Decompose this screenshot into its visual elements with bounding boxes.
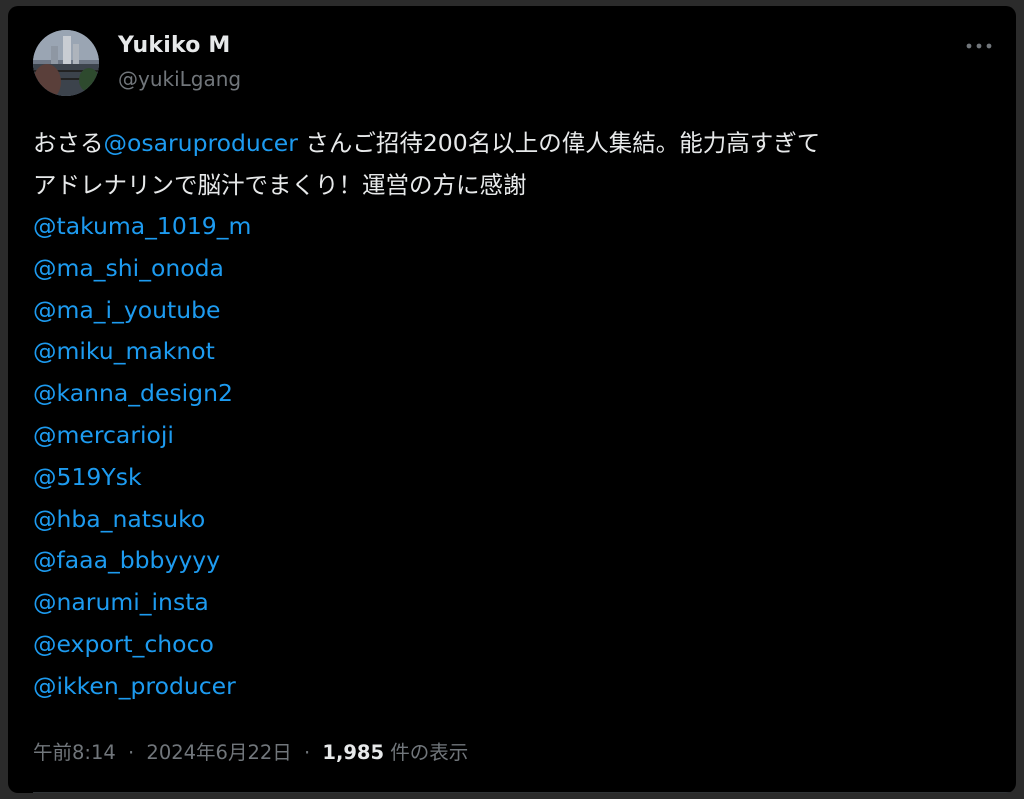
mention-link[interactable]: @ma_i_youtube	[33, 290, 993, 332]
meta-separator: ·	[128, 741, 135, 764]
mention-list: @takuma_1019_m @ma_shi_onoda @ma_i_youtu…	[33, 206, 993, 708]
post-time[interactable]: 午前8:14	[33, 741, 116, 764]
post-date[interactable]: 2024年6月22日	[146, 741, 291, 764]
post-meta: 午前8:14 · 2024年6月22日 · 1,985 件の表示	[33, 736, 468, 765]
post-text-line-2: アドレナリンで脳汁でまくり！運営の方に感謝	[33, 171, 527, 199]
mention-link[interactable]: @export_choco	[33, 624, 993, 666]
mention-link[interactable]: @osaruproducer	[104, 129, 298, 157]
mention-link[interactable]: @ikken_producer	[33, 666, 993, 708]
post-text: おさる@osaruproducer さんご招待200名以上の偉人集結。能力高すぎ…	[33, 122, 993, 708]
post-text-suffix: さんご招待200名以上の偉人集結。能力高すぎて	[297, 129, 821, 157]
meta-separator: ·	[303, 741, 311, 764]
avatar[interactable]	[33, 30, 99, 96]
divider	[33, 792, 1016, 793]
mention-link[interactable]: @mercarioji	[33, 415, 993, 457]
author-name[interactable]: Yukiko M	[118, 33, 230, 58]
more-options-button[interactable]	[962, 36, 996, 56]
mention-link[interactable]: @miku_maknot	[33, 331, 993, 373]
mention-link[interactable]: @519Ysk	[33, 457, 993, 499]
mention-link[interactable]: @ma_shi_onoda	[33, 248, 993, 290]
mention-link[interactable]: @faaa_bbbyyyy	[33, 540, 993, 582]
views-label: 件の表示	[390, 741, 469, 764]
post-text-line-1: おさる@osaruproducer さんご招待200名以上の偉人集結。能力高すぎ…	[33, 122, 993, 164]
views-count: 1,985	[322, 741, 385, 764]
more-horizontal-icon	[966, 43, 992, 49]
mention-link[interactable]: @hba_natsuko	[33, 499, 993, 541]
post-text-prefix: おさる	[33, 129, 104, 157]
mention-link[interactable]: @takuma_1019_m	[33, 206, 993, 248]
mention-link[interactable]: @kanna_design2	[33, 373, 993, 415]
author-handle[interactable]: @yukiLgang	[118, 67, 241, 91]
post-card: Yukiko M @yukiLgang おさる@osaruproducer さん…	[8, 6, 1016, 793]
mention-link[interactable]: @narumi_insta	[33, 582, 993, 624]
